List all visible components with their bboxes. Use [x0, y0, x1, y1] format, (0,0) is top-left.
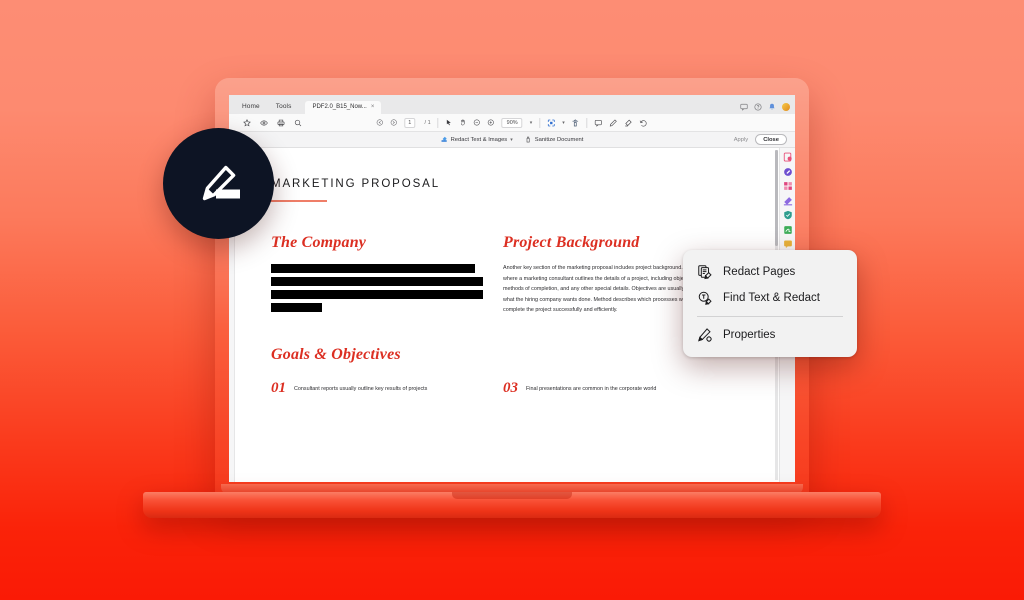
- section-heading-company: The Company: [271, 234, 367, 251]
- context-menu: Redact Pages Find Text & Redact Properti…: [683, 250, 857, 357]
- window-controls: [740, 103, 790, 111]
- tool-redact-icon[interactable]: [783, 196, 793, 206]
- redaction-bar[interactable]: [271, 277, 483, 286]
- toolbar-divider: [539, 117, 541, 128]
- pen-icon[interactable]: [610, 118, 618, 127]
- menu-item-find-text-redact[interactable]: Find Text & Redact: [683, 285, 857, 311]
- bookmark-icon[interactable]: [243, 118, 251, 127]
- redact-text-images-button[interactable]: Redact Text & Images ▾: [441, 136, 513, 143]
- goal-number: 03: [503, 380, 518, 396]
- toolbar-center-group: 1 / 1 90% ▾ ▾: [376, 117, 648, 128]
- redact-bar-actions: Apply Close: [734, 134, 787, 145]
- column-company: The Company: [271, 234, 483, 316]
- rotate-view-icon[interactable]: [572, 118, 580, 127]
- help-icon[interactable]: [754, 103, 762, 111]
- highlighter-marker-icon: [202, 165, 240, 200]
- goal-number: 01: [271, 380, 286, 396]
- sanitize-document-label: Sanitize Document: [534, 136, 584, 143]
- zoom-in-icon[interactable]: [488, 119, 495, 126]
- chevron-down-icon[interactable]: ▾: [510, 137, 513, 143]
- tool-organize-pages-icon[interactable]: [783, 181, 793, 191]
- undo-icon[interactable]: [640, 119, 648, 127]
- redaction-bar[interactable]: [271, 264, 475, 273]
- redaction-block-group: [271, 264, 483, 312]
- menu-item-label: Find Text & Redact: [723, 292, 820, 304]
- eye-icon[interactable]: [260, 119, 268, 127]
- app-toolbar: 1 / 1 90% ▾ ▾: [229, 114, 795, 132]
- redact-tools-group: Redact Text & Images ▾ Sanitize Document: [441, 136, 584, 143]
- tool-comment-icon[interactable]: [783, 239, 793, 249]
- toolbar-divider: [437, 117, 439, 128]
- menu-divider: [697, 316, 843, 317]
- menu-item-label: Properties: [723, 329, 776, 341]
- comment-icon[interactable]: [740, 103, 748, 111]
- menu-item-label: Redact Pages: [723, 266, 796, 278]
- goal-text: Final presentations are common in the co…: [526, 386, 657, 392]
- scrollbar-thumb[interactable]: [775, 150, 778, 246]
- page-title: MARKETING PROPOSAL: [271, 178, 441, 190]
- tool-protect-icon[interactable]: [783, 210, 793, 220]
- tool-fill-sign-icon[interactable]: [783, 225, 793, 235]
- goals-row: 01 Consultant reports usually outline ke…: [271, 381, 745, 396]
- document-tab-label: PDF2.0_B15_Now...: [312, 104, 367, 110]
- chevron-down-icon[interactable]: ▾: [562, 120, 565, 126]
- tool-edit-pdf-icon[interactable]: [783, 167, 793, 177]
- toolbar-divider: [586, 117, 588, 128]
- goals-section: Goals & Objectives 01 Consultant reports…: [271, 346, 745, 396]
- comment-box-icon[interactable]: [595, 119, 603, 127]
- close-button[interactable]: Close: [755, 134, 787, 145]
- sanitize-document-button[interactable]: Sanitize Document: [525, 136, 584, 143]
- page-number-input[interactable]: 1: [404, 117, 416, 128]
- search-icon[interactable]: [294, 119, 302, 127]
- zoom-level-input[interactable]: 90%: [501, 117, 523, 128]
- menu-item-properties[interactable]: Properties: [683, 322, 857, 348]
- menu-item-redact-pages[interactable]: Redact Pages: [683, 259, 857, 285]
- goal-text: Consultant reports usually outline key r…: [294, 386, 428, 392]
- menu-home[interactable]: Home: [234, 103, 268, 114]
- bell-icon[interactable]: [768, 103, 776, 111]
- pan-hand-icon[interactable]: [460, 119, 467, 126]
- section-heading-project-background: Project Background: [503, 234, 640, 251]
- zoom-out-icon[interactable]: [474, 119, 481, 126]
- properties-icon: [698, 328, 712, 342]
- app-tab-bar: Home Tools PDF2.0_B15_Now... ×: [229, 95, 795, 114]
- print-icon[interactable]: [277, 119, 285, 127]
- goal-item: 03 Final presentations are common in the…: [503, 381, 715, 396]
- section-heading-goals: Goals & Objectives: [271, 346, 401, 363]
- tool-export-pdf-icon[interactable]: [783, 152, 793, 162]
- find-redact-icon: [698, 291, 712, 305]
- redaction-bar[interactable]: [271, 290, 483, 299]
- laptop-notch: [452, 492, 572, 499]
- avatar[interactable]: [782, 103, 790, 111]
- next-page-icon[interactable]: [390, 119, 397, 126]
- prev-page-icon[interactable]: [376, 119, 383, 126]
- screenshot-canvas: Home Tools PDF2.0_B15_Now... × 1 / 1 90%…: [0, 0, 1024, 600]
- document-columns: The Company Project Background Another k…: [271, 234, 745, 316]
- goal-item: 01 Consultant reports usually outline ke…: [271, 381, 483, 396]
- redact-marker-icon: [441, 136, 447, 142]
- title-underline: [271, 200, 327, 202]
- fit-page-icon[interactable]: [547, 119, 555, 127]
- page-total-label: / 1: [424, 119, 431, 126]
- close-icon[interactable]: ×: [371, 104, 375, 110]
- apply-button[interactable]: Apply: [734, 137, 749, 143]
- sanitize-icon: [526, 136, 530, 143]
- document-tab[interactable]: PDF2.0_B15_Now... ×: [305, 101, 382, 114]
- redact-text-images-label: Redact Text & Images: [450, 136, 508, 143]
- chevron-down-icon[interactable]: ▾: [530, 120, 533, 126]
- toolbar-left-group: [243, 118, 302, 127]
- brand-badge: [163, 128, 274, 239]
- highlighter-icon[interactable]: [625, 119, 633, 127]
- redact-action-bar: Redact Text & Images ▾ Sanitize Document…: [229, 132, 795, 148]
- redact-pages-icon: [698, 265, 712, 280]
- select-cursor-icon[interactable]: [446, 119, 453, 126]
- redaction-bar[interactable]: [271, 303, 322, 312]
- menu-tools[interactable]: Tools: [268, 103, 300, 114]
